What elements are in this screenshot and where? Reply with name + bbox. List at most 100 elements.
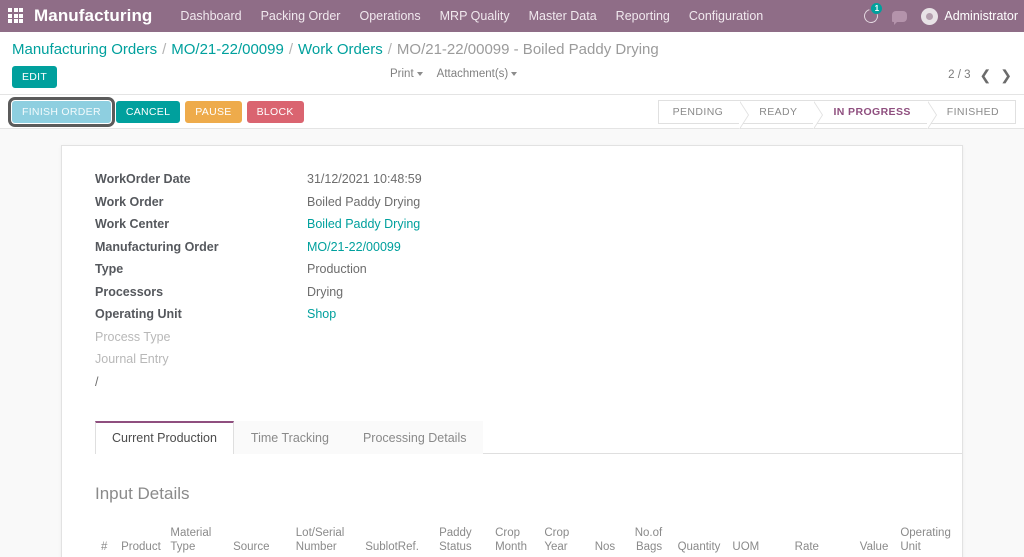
user-menu[interactable]: Administrator [921,7,1018,25]
field-row-manufacturing-order: Manufacturing Order MO/21-22/00099 [95,236,422,259]
workorder-action-buttons: FINISH ORDER CANCEL PAUSE BLOCK [7,96,304,127]
col-operating-unit[interactable]: Operating Unit [894,522,960,557]
col-sublot-ref[interactable]: SublotRef. [359,522,434,557]
block-button[interactable]: BLOCK [246,100,304,123]
value-manufacturing-order[interactable]: MO/21-22/00099 [307,236,422,259]
tab-current-production[interactable]: Current Production [95,421,234,454]
tab-panel-current-production: Input Details # Product Material Type So… [95,454,962,557]
apps-grid-icon[interactable] [8,8,24,24]
col-material-type[interactable]: Material Type [164,522,228,557]
col-quantity[interactable]: Quantity [668,522,727,557]
main-menu: Dashboard Packing Order Operations MRP Q… [180,9,763,23]
value-work-order: Boiled Paddy Drying [307,194,421,209]
menu-item-operations[interactable]: Operations [359,9,420,23]
finish-order-button[interactable]: FINISH ORDER [8,96,115,127]
pause-button[interactable]: PAUSE [185,100,242,123]
value-operating-unit[interactable]: Shop [307,303,422,326]
menu-item-configuration[interactable]: Configuration [689,9,763,23]
breadcrumb-item-work-orders[interactable]: Work Orders [298,40,383,60]
col-product[interactable]: Product [115,522,165,557]
value-process-type [307,326,422,349]
label-work-center: Work Center [95,217,170,231]
field-row-work-center: Work Center Boiled Paddy Drying [95,213,422,236]
col-value[interactable]: Value [824,522,895,557]
col-paddy-status[interactable]: Paddy Status [433,522,490,557]
print-label: Print [390,68,414,80]
breadcrumb: Manufacturing Orders / MO/21-22/00099 / … [12,40,1012,60]
user-avatar-icon [921,7,939,25]
activity-menu[interactable]: 1 [861,3,883,26]
record-statusbar-row: FINISH ORDER CANCEL PAUSE BLOCK PENDING … [0,95,1024,129]
status-stage-finished[interactable]: FINISHED [926,100,1016,124]
tab-time-tracking[interactable]: Time Tracking [233,421,346,454]
form-sheet: WorkOrder Date 31/12/2021 10:48:59 Work … [61,145,963,557]
form-trailing-text: / [95,374,99,389]
table-header-row: # Product Material Type Source Lot/Seria… [95,522,962,557]
attachments-menu[interactable]: Attachment(s) [437,68,518,80]
col-out-turn[interactable]: Out turn [959,522,962,557]
col-crop-month[interactable]: Crop Month [489,522,539,557]
input-details-head: # Product Material Type Source Lot/Seria… [95,522,962,557]
col-no-of-bags[interactable]: No.of Bags [621,522,669,557]
navbar-right-tools: 1 Administrator [861,0,1018,32]
breadcrumb-item-mo-number[interactable]: MO/21-22/00099 [171,40,284,60]
value-work-center[interactable]: Boiled Paddy Drying [307,213,422,236]
label-journal-entry: Journal Entry [95,352,169,366]
record-pager: 2 / 3 ❮ ❯ [948,68,1012,82]
breadcrumb-separator: / [162,41,167,58]
notebook-tabs: Current Production Time Tracking Process… [95,421,962,454]
menu-item-packing-order[interactable]: Packing Order [261,9,341,23]
label-type: Type [95,262,124,276]
value-processors: Drying [307,284,344,299]
label-workorder-date: WorkOrder Date [95,172,191,186]
chevron-down-icon [416,71,423,76]
field-row-workorder-date: WorkOrder Date 31/12/2021 10:48:59 [95,168,422,191]
chevron-right-icon[interactable]: ❯ [1000,68,1012,82]
field-row-work-order: Work Order Boiled Paddy Drying [95,191,422,214]
label-processors: Processors [95,284,164,299]
input-details-table-scroll[interactable]: # Product Material Type Source Lot/Seria… [95,522,962,557]
workorder-form-fields: WorkOrder Date 31/12/2021 10:48:59 Work … [62,168,422,371]
chevron-down-icon [511,71,518,76]
attachments-label: Attachment(s) [436,68,509,80]
label-process-type: Process Type [95,329,171,344]
chevron-left-icon[interactable]: ❮ [980,68,992,82]
status-stage-pending[interactable]: PENDING [657,100,749,129]
value-workorder-date: 31/12/2021 10:48:59 [307,172,422,186]
pager-counter: 2 / 3 [948,69,971,81]
cancel-button[interactable]: CANCEL [115,100,181,123]
col-uom[interactable]: UOM [726,522,776,557]
value-type: Production [307,262,367,276]
breadcrumb-separator: / [387,41,392,58]
col-index: # [95,522,116,557]
edit-button[interactable]: EDIT [12,66,58,88]
status-stage-ready[interactable]: READY [739,100,824,129]
print-menu[interactable]: Print [390,68,423,80]
tab-processing-details[interactable]: Processing Details [345,421,484,454]
status-stage-in-progress[interactable]: IN PROGRESS [813,100,938,129]
col-source[interactable]: Source [227,522,290,557]
input-details-title: Input Details [95,484,190,503]
breadcrumb-item-current-record: MO/21-22/00099 - Boiled Paddy Drying [396,41,659,58]
menu-item-dashboard[interactable]: Dashboard [180,9,241,23]
field-row-type: Type Production [95,258,422,281]
field-row-process-type: Process Type [95,326,422,349]
menu-item-master-data[interactable]: Master Data [529,9,597,23]
label-manufacturing-order: Manufacturing Order [95,239,219,254]
label-operating-unit: Operating Unit [95,307,182,321]
value-journal-entry [307,348,422,371]
menu-item-mrp-quality[interactable]: MRP Quality [440,9,510,23]
col-nos[interactable]: Nos [580,522,622,557]
breadcrumb-item-manufacturing-orders[interactable]: Manufacturing Orders [12,40,157,60]
field-row-processors: Processors Drying [95,281,422,304]
app-brand-title[interactable]: Manufacturing [34,6,152,26]
col-crop-year[interactable]: Crop Year [538,522,581,557]
menu-item-reporting[interactable]: Reporting [616,9,670,23]
top-navbar: Manufacturing Dashboard Packing Order Op… [0,0,1024,32]
col-lot-serial-number[interactable]: Lot/Serial Number [289,522,360,557]
messages-bubble-icon[interactable] [892,10,908,25]
status-stages: PENDING READY IN PROGRESS FINISHED [657,95,1016,129]
control-panel: Manufacturing Orders / MO/21-22/00099 / … [0,32,1024,95]
col-rate[interactable]: Rate [775,522,825,557]
activity-count-badge: 1 [871,3,883,14]
